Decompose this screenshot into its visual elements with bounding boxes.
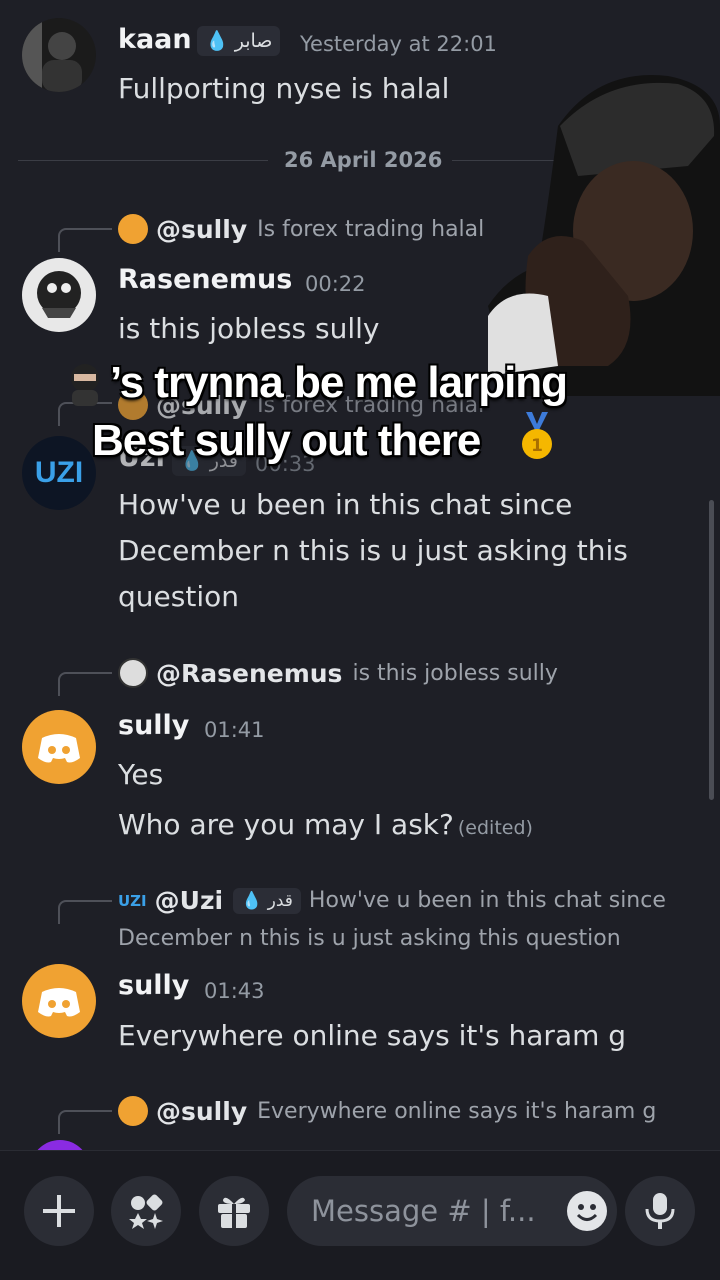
emoji-icon[interactable] [567, 1191, 607, 1231]
uzi-mini-icon: UZI [118, 891, 147, 910]
rasenemus-mini-avatar [118, 658, 148, 688]
message-input[interactable]: Message # | f... [287, 1176, 617, 1246]
tag-label: صابر [234, 30, 273, 52]
reply-spine [58, 228, 112, 252]
caption-line-2: Best sully out there [92, 416, 481, 465]
apps-icon[interactable] [111, 1176, 181, 1246]
discord-avatar-icon [118, 214, 148, 244]
message-text-line: How've u been in this chat since [118, 488, 573, 521]
reply-spine [58, 900, 112, 924]
reply-spine [58, 1110, 112, 1134]
ninja-icon [71, 364, 99, 406]
timestamp: 00:22 [305, 272, 366, 296]
message-text: Fullporting nyse is halal [118, 72, 450, 105]
svg-text:UZI: UZI [35, 456, 83, 489]
message-text: Who are you may I ask? (edited) [118, 802, 533, 851]
person-overlay [488, 75, 720, 396]
reply-preview[interactable]: @sully Everywhere online says it's haram… [118, 1096, 656, 1126]
rasenemus-avatar[interactable] [22, 258, 96, 332]
server-tag[interactable]: 💧 صابر [197, 26, 281, 56]
reply-spine [58, 672, 112, 696]
author-name[interactable]: sully [118, 710, 189, 741]
message-text: is this jobless sully [118, 312, 380, 345]
water-drop-icon: 💧 [205, 30, 229, 52]
gift-icon[interactable] [199, 1176, 269, 1246]
reply-text: is this jobless sully [352, 660, 558, 686]
reply-preview[interactable]: UZI @Uzi 💧 قدر How've u been in this cha… [118, 886, 666, 915]
message-text: Everywhere online says it's haram g [118, 1019, 627, 1052]
message-text-line: question [118, 580, 239, 613]
message-text-content: Who are you may I ask? [118, 808, 454, 841]
water-drop-icon: 💧 [241, 890, 263, 911]
author-name[interactable]: kaan [118, 24, 192, 55]
reply-text-continued: December n this is u just asking this qu… [118, 926, 621, 951]
server-tag: 💧 قدر [233, 887, 301, 914]
partial-avatar [30, 1140, 90, 1150]
timestamp: 01:43 [204, 979, 265, 1003]
kaan-avatar[interactable] [22, 18, 96, 92]
timestamp: 01:41 [204, 718, 265, 742]
date-divider: 26 April 2026 [284, 148, 443, 172]
uzi-avatar[interactable]: UZI [22, 436, 96, 510]
discord-logo-icon[interactable] [22, 710, 96, 784]
reply-text: How've u been in this chat since [308, 888, 666, 913]
message-text-line: December n this is u just asking this [118, 534, 628, 567]
author-name[interactable]: sully [118, 970, 189, 1001]
composer-bar: Message # | f... [0, 1150, 720, 1280]
message-placeholder: Message # | f... [311, 1194, 536, 1228]
chat-area: kaan 💧 صابر Yesterday at 22:01 Fullporti… [0, 0, 720, 1150]
edited-label: (edited) [457, 817, 533, 839]
microphone-icon[interactable] [625, 1176, 695, 1246]
reply-text: Is forex trading halal [257, 216, 485, 242]
reply-author: @Rasenemus [156, 658, 343, 688]
reply-text: Everywhere online says it's haram g [257, 1098, 657, 1124]
timestamp: Yesterday at 22:01 [300, 32, 497, 56]
plus-icon[interactable] [24, 1176, 94, 1246]
reply-author: @sully [156, 1096, 248, 1126]
reply-author: @Uzi [154, 886, 224, 915]
reply-preview[interactable]: @Rasenemus is this jobless sully [118, 658, 558, 688]
author-name[interactable]: Rasenemus [118, 264, 292, 295]
discord-logo-icon[interactable] [22, 964, 96, 1038]
svg-text:1: 1 [531, 436, 543, 456]
tag-label: قدر [267, 890, 293, 911]
reply-author: @sully [156, 214, 248, 244]
gold-medal-icon: 1 [522, 412, 552, 459]
discord-avatar-icon [118, 1096, 148, 1126]
scrollbar[interactable] [709, 500, 714, 800]
caption-line-1: ’s trynna be me larping [110, 358, 568, 407]
message-text: Yes [118, 758, 164, 791]
divider-line [18, 160, 268, 161]
reply-preview[interactable]: @sully Is forex trading halal [118, 214, 484, 244]
